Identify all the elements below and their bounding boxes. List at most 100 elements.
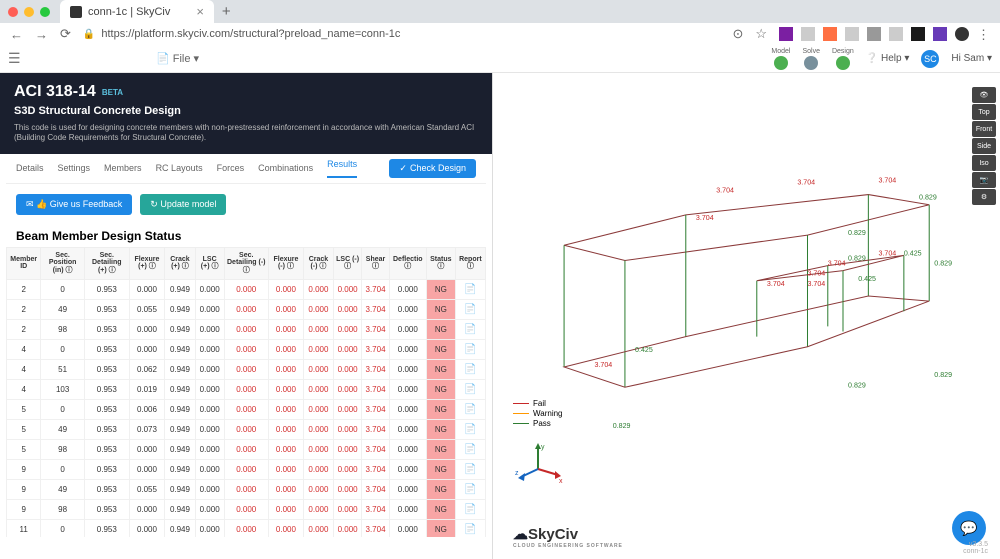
ext-icon[interactable] — [867, 27, 881, 41]
model-canvas[interactable]: 3.704 3.704 3.704 3.704 3.704 3.704 3.70… — [503, 83, 970, 509]
results-table-wrapper[interactable]: Member IDSec. Position (in) ⓘSec. Detail… — [6, 247, 486, 537]
column-header[interactable]: Flexure (+) ⓘ — [129, 247, 165, 279]
axis-gizmo[interactable]: y x z — [513, 439, 563, 489]
report-icon[interactable]: 📄 — [455, 399, 485, 419]
beta-badge: BETA — [102, 88, 123, 97]
browser-tab[interactable]: conn-1c | SkyCiv × — [60, 0, 214, 23]
close-tab-icon[interactable]: × — [196, 4, 204, 19]
column-header[interactable]: Sec. Detailing (-) ⓘ — [224, 247, 268, 279]
front-view-button[interactable]: Front — [972, 121, 996, 137]
table-row: 200.9530.0000.9490.0000.0000.0000.0000.0… — [7, 279, 486, 299]
results-table: Member IDSec. Position (in) ⓘSec. Detail… — [6, 247, 486, 537]
report-icon[interactable]: 📄 — [455, 519, 485, 536]
table-row: 500.9530.0060.9490.0000.0000.0000.0000.0… — [7, 399, 486, 419]
svg-text:3.704: 3.704 — [879, 176, 897, 184]
viewport-3d[interactable]: 👁 Top Front Side Iso 📷 ⚙ 3.704 3.704 3.7… — [492, 73, 1000, 559]
back-button[interactable]: ← — [10, 27, 23, 42]
profile-icon[interactable] — [955, 27, 969, 41]
minimize-window-button[interactable] — [24, 7, 34, 17]
report-icon[interactable]: 📄 — [455, 319, 485, 339]
ext-icon[interactable] — [823, 27, 837, 41]
tab-forces[interactable]: Forces — [217, 163, 245, 173]
maximize-window-button[interactable] — [40, 7, 50, 17]
hamburger-icon[interactable]: ☰ — [8, 50, 26, 67]
code-subtitle: S3D Structural Concrete Design — [14, 105, 478, 117]
svg-text:3.704: 3.704 — [767, 280, 785, 288]
model-indicator[interactable]: Model — [771, 48, 790, 70]
column-header[interactable]: Member ID — [7, 247, 41, 279]
column-header[interactable]: Deflectio ⓘ — [389, 247, 426, 279]
report-icon[interactable]: 📄 — [455, 439, 485, 459]
solve-indicator[interactable]: Solve — [802, 48, 820, 70]
column-header[interactable]: LSC (+) ⓘ — [195, 247, 224, 279]
design-indicator[interactable]: Design — [832, 48, 854, 70]
column-header[interactable]: Flexure (-) ⓘ — [268, 247, 303, 279]
report-icon[interactable]: 📄 — [455, 299, 485, 319]
tab-bar: conn-1c | SkyCiv × + — [0, 0, 1000, 23]
settings-button[interactable]: ⚙ — [972, 189, 996, 205]
star-icon[interactable]: ☆ — [755, 26, 767, 42]
table-title: Beam Member Design Status — [6, 225, 486, 247]
ext-icon[interactable] — [889, 27, 903, 41]
user-avatar[interactable]: SC — [921, 50, 939, 68]
ext-icon[interactable] — [779, 27, 793, 41]
tab-members[interactable]: Members — [104, 163, 142, 173]
design-tabs: Details Settings Members RC Layouts Forc… — [6, 154, 486, 184]
report-icon[interactable]: 📄 — [455, 359, 485, 379]
tab-results[interactable]: Results — [327, 159, 357, 178]
column-header[interactable]: Sec. Detailing (+) ⓘ — [84, 247, 129, 279]
legend-warning: Warning — [533, 409, 563, 418]
ext-icon[interactable] — [845, 27, 859, 41]
table-row: 400.9530.0000.9490.0000.0000.0000.0000.0… — [7, 339, 486, 359]
report-icon[interactable]: 📄 — [455, 459, 485, 479]
url-input[interactable]: 🔒 https://platform.skyciv.com/structural… — [83, 28, 721, 40]
report-icon[interactable]: 📄 — [455, 419, 485, 439]
legend-pass: Pass — [533, 419, 551, 428]
report-icon[interactable]: 📄 — [455, 339, 485, 359]
column-header[interactable]: Shear ⓘ — [362, 247, 389, 279]
menu-icon[interactable]: ⋮ — [977, 27, 990, 41]
footer-info: v3.3.5conn-1c — [963, 541, 988, 555]
visibility-tool[interactable]: 👁 — [972, 87, 996, 103]
svg-text:0.425: 0.425 — [858, 275, 876, 283]
column-header[interactable]: LSC (-) ⓘ — [333, 247, 361, 279]
top-view-button[interactable]: Top — [972, 104, 996, 120]
column-header[interactable]: Crack (-) ⓘ — [303, 247, 333, 279]
ext-icon[interactable] — [911, 27, 925, 41]
column-header[interactable]: Status ⓘ — [426, 247, 455, 279]
report-icon[interactable]: 📄 — [455, 379, 485, 399]
ext-icon[interactable] — [801, 27, 815, 41]
svg-text:3.704: 3.704 — [595, 361, 613, 369]
close-window-button[interactable] — [8, 7, 18, 17]
reload-button[interactable]: ⟳ — [60, 26, 71, 42]
forward-button[interactable]: → — [35, 27, 48, 42]
new-tab-button[interactable]: + — [222, 3, 231, 20]
feedback-button[interactable]: ✉ 👍 Give us Feedback — [16, 194, 132, 215]
table-row: 900.9530.0000.9490.0000.0000.0000.0000.0… — [7, 459, 486, 479]
svg-text:z: z — [515, 470, 519, 477]
tab-settings[interactable]: Settings — [58, 163, 91, 173]
file-menu[interactable]: 📄 File ▾ — [156, 52, 199, 65]
check-design-button[interactable]: ✓ Check Design — [389, 159, 476, 178]
iso-view-button[interactable]: Iso — [972, 155, 996, 171]
chat-button[interactable]: 💬 — [952, 511, 986, 545]
svg-text:y: y — [541, 444, 545, 451]
tab-combinations[interactable]: Combinations — [258, 163, 313, 173]
extensions: ⋮ — [779, 27, 990, 41]
search-icon[interactable]: ⊙ — [732, 26, 743, 42]
ext-icon[interactable] — [933, 27, 947, 41]
user-menu[interactable]: Hi Sam ▾ — [951, 53, 992, 64]
tab-details[interactable]: Details — [16, 163, 44, 173]
column-header[interactable]: Report ⓘ — [455, 247, 485, 279]
report-icon[interactable]: 📄 — [455, 479, 485, 499]
report-icon[interactable]: 📄 — [455, 499, 485, 519]
column-header[interactable]: Crack (+) ⓘ — [165, 247, 195, 279]
update-model-button[interactable]: ↻ Update model — [140, 194, 226, 215]
tab-rc-layouts[interactable]: RC Layouts — [156, 163, 203, 173]
report-icon[interactable]: 📄 — [455, 279, 485, 299]
help-menu[interactable]: ❔ Help ▾ — [866, 53, 910, 64]
side-view-button[interactable]: Side — [972, 138, 996, 154]
table-row: 1100.9530.0000.9490.0000.0000.0000.0000.… — [7, 519, 486, 536]
column-header[interactable]: Sec. Position (in) ⓘ — [41, 247, 84, 279]
screenshot-button[interactable]: 📷 — [972, 172, 996, 188]
